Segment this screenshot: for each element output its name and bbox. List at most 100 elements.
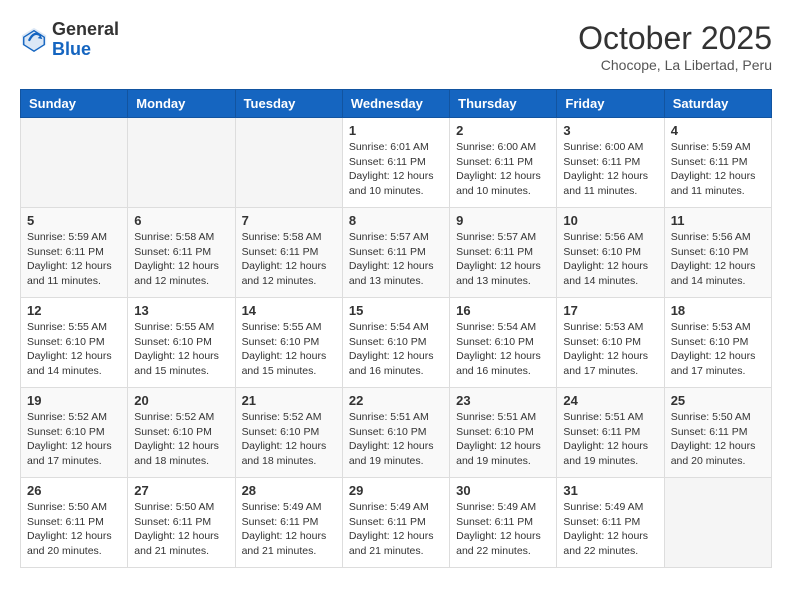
table-row: 22 Sunrise: 5:51 AMSunset: 6:10 PMDayligh…	[342, 388, 449, 478]
day-number: 24	[563, 393, 657, 408]
day-number: 15	[349, 303, 443, 318]
day-info: Sunrise: 5:57 AMSunset: 6:11 PMDaylight:…	[349, 230, 443, 289]
table-row: 14Sunrise: 5:55 AMSunset: 6:10 PMDayligh…	[235, 298, 342, 388]
day-info: Sunrise: 5:51 AMSunset: 6:11 PMDaylight:…	[563, 410, 657, 469]
logo-icon	[20, 26, 48, 54]
day-number: 25	[671, 393, 765, 408]
day-info: Sunrise: 5:50 AMSunset: 6:11 PMDaylight:…	[134, 500, 228, 559]
day-info: Sunrise: 5:53 AMSunset: 6:10 PMDaylight:…	[563, 320, 657, 379]
table-row	[664, 478, 771, 568]
calendar-week-row: 26 Sunrise: 5:50 AMSunset: 6:11 PMDayligh…	[21, 478, 772, 568]
day-info: Sunrise: 5:51 AMSunset: 6:10 PMDaylight:…	[456, 410, 550, 469]
table-row: 31Sunrise: 5:49 AMSunset: 6:11 PMDayligh…	[557, 478, 664, 568]
calendar-table: Sunday Monday Tuesday Wednesday Thursday…	[20, 89, 772, 568]
day-info: Sunrise: 5:49 AMSunset: 6:11 PMDaylight:…	[242, 500, 336, 559]
day-info: Sunrise: 6:01 AMSunset: 6:11 PMDaylight:…	[349, 140, 443, 199]
day-number: 17	[563, 303, 657, 318]
page-header: General Blue October 2025 Chocope, La Li…	[20, 20, 772, 73]
table-row: 17 Sunrise: 5:53 AMSunset: 6:10 PMDayligh…	[557, 298, 664, 388]
day-info: Sunrise: 5:51 AMSunset: 6:10 PMDaylight:…	[349, 410, 443, 469]
location: Chocope, La Libertad, Peru	[578, 57, 772, 73]
table-row: 5 Sunrise: 5:59 AMSunset: 6:11 PMDaylight…	[21, 208, 128, 298]
day-info: Sunrise: 5:56 AMSunset: 6:10 PMDaylight:…	[563, 230, 657, 289]
day-number: 5	[27, 213, 121, 228]
title-block: October 2025 Chocope, La Libertad, Peru	[578, 20, 772, 73]
day-info: Sunrise: 5:59 AMSunset: 6:11 PMDaylight:…	[671, 140, 765, 199]
day-number: 28	[242, 483, 336, 498]
table-row: 25 Sunrise: 5:50 AMSunset: 6:11 PMDayligh…	[664, 388, 771, 478]
table-row: 6 Sunrise: 5:58 AMSunset: 6:11 PMDaylight…	[128, 208, 235, 298]
day-number: 6	[134, 213, 228, 228]
day-number: 4	[671, 123, 765, 138]
table-row: 29 Sunrise: 5:49 AMSunset: 6:11 PMDayligh…	[342, 478, 449, 568]
weekday-header-row: Sunday Monday Tuesday Wednesday Thursday…	[21, 90, 772, 118]
table-row: 10Sunrise: 5:56 AMSunset: 6:10 PMDayligh…	[557, 208, 664, 298]
day-number: 8	[349, 213, 443, 228]
day-info: Sunrise: 6:00 AMSunset: 6:11 PMDaylight:…	[456, 140, 550, 199]
table-row	[235, 118, 342, 208]
header-wednesday: Wednesday	[342, 90, 449, 118]
day-number: 31	[563, 483, 657, 498]
day-info: Sunrise: 5:55 AMSunset: 6:10 PMDaylight:…	[242, 320, 336, 379]
table-row: 13Sunrise: 5:55 AMSunset: 6:10 PMDayligh…	[128, 298, 235, 388]
day-info: Sunrise: 5:52 AMSunset: 6:10 PMDaylight:…	[27, 410, 121, 469]
day-info: Sunrise: 5:52 AMSunset: 6:10 PMDaylight:…	[242, 410, 336, 469]
day-number: 30	[456, 483, 550, 498]
table-row: 7Sunrise: 5:58 AMSunset: 6:11 PMDaylight…	[235, 208, 342, 298]
table-row: 15 Sunrise: 5:54 AMSunset: 6:10 PMDayligh…	[342, 298, 449, 388]
day-info: Sunrise: 5:50 AMSunset: 6:11 PMDaylight:…	[671, 410, 765, 469]
day-number: 12	[27, 303, 121, 318]
table-row: 24 Sunrise: 5:51 AMSunset: 6:11 PMDayligh…	[557, 388, 664, 478]
table-row: 20Sunrise: 5:52 AMSunset: 6:10 PMDayligh…	[128, 388, 235, 478]
calendar-week-row: 1 Sunrise: 6:01 AMSunset: 6:11 PMDaylight…	[21, 118, 772, 208]
logo-general: General	[52, 20, 119, 40]
table-row: 9 Sunrise: 5:57 AMSunset: 6:11 PMDaylight…	[450, 208, 557, 298]
day-info: Sunrise: 5:58 AMSunset: 6:11 PMDaylight:…	[134, 230, 228, 289]
table-row: 27 Sunrise: 5:50 AMSunset: 6:11 PMDayligh…	[128, 478, 235, 568]
calendar-week-row: 12 Sunrise: 5:55 AMSunset: 6:10 PMDayligh…	[21, 298, 772, 388]
table-row: 23Sunrise: 5:51 AMSunset: 6:10 PMDayligh…	[450, 388, 557, 478]
table-row: 11Sunrise: 5:56 AMSunset: 6:10 PMDayligh…	[664, 208, 771, 298]
table-row: 26 Sunrise: 5:50 AMSunset: 6:11 PMDayligh…	[21, 478, 128, 568]
day-info: Sunrise: 5:52 AMSunset: 6:10 PMDaylight:…	[134, 410, 228, 469]
day-info: Sunrise: 5:49 AMSunset: 6:11 PMDaylight:…	[349, 500, 443, 559]
day-info: Sunrise: 5:50 AMSunset: 6:11 PMDaylight:…	[27, 500, 121, 559]
table-row: 16 Sunrise: 5:54 AMSunset: 6:10 PMDayligh…	[450, 298, 557, 388]
day-info: Sunrise: 5:57 AMSunset: 6:11 PMDaylight:…	[456, 230, 550, 289]
calendar-week-row: 5 Sunrise: 5:59 AMSunset: 6:11 PMDaylight…	[21, 208, 772, 298]
table-row: 3Sunrise: 6:00 AMSunset: 6:11 PMDaylight…	[557, 118, 664, 208]
table-row: 30 Sunrise: 5:49 AMSunset: 6:11 PMDayligh…	[450, 478, 557, 568]
table-row: 4 Sunrise: 5:59 AMSunset: 6:11 PMDaylight…	[664, 118, 771, 208]
calendar-week-row: 19 Sunrise: 5:52 AMSunset: 6:10 PMDayligh…	[21, 388, 772, 478]
day-info: Sunrise: 5:55 AMSunset: 6:10 PMDaylight:…	[27, 320, 121, 379]
day-number: 13	[134, 303, 228, 318]
day-number: 29	[349, 483, 443, 498]
day-number: 16	[456, 303, 550, 318]
day-info: Sunrise: 5:49 AMSunset: 6:11 PMDaylight:…	[456, 500, 550, 559]
header-sunday: Sunday	[21, 90, 128, 118]
logo: General Blue	[20, 20, 119, 60]
day-info: Sunrise: 5:54 AMSunset: 6:10 PMDaylight:…	[456, 320, 550, 379]
day-number: 21	[242, 393, 336, 408]
table-row	[128, 118, 235, 208]
table-row	[21, 118, 128, 208]
day-number: 27	[134, 483, 228, 498]
logo-text: General Blue	[52, 20, 119, 60]
day-number: 22	[349, 393, 443, 408]
day-number: 19	[27, 393, 121, 408]
header-saturday: Saturday	[664, 90, 771, 118]
day-number: 26	[27, 483, 121, 498]
day-info: Sunrise: 5:56 AMSunset: 6:10 PMDaylight:…	[671, 230, 765, 289]
day-number: 9	[456, 213, 550, 228]
month-title: October 2025	[578, 20, 772, 57]
day-info: Sunrise: 5:54 AMSunset: 6:10 PMDaylight:…	[349, 320, 443, 379]
table-row: 8 Sunrise: 5:57 AMSunset: 6:11 PMDaylight…	[342, 208, 449, 298]
table-row: 21 Sunrise: 5:52 AMSunset: 6:10 PMDayligh…	[235, 388, 342, 478]
day-number: 1	[349, 123, 443, 138]
table-row: 12 Sunrise: 5:55 AMSunset: 6:10 PMDayligh…	[21, 298, 128, 388]
table-row: 18Sunrise: 5:53 AMSunset: 6:10 PMDayligh…	[664, 298, 771, 388]
table-row: 2 Sunrise: 6:00 AMSunset: 6:11 PMDaylight…	[450, 118, 557, 208]
day-info: Sunrise: 5:59 AMSunset: 6:11 PMDaylight:…	[27, 230, 121, 289]
table-row: 19 Sunrise: 5:52 AMSunset: 6:10 PMDayligh…	[21, 388, 128, 478]
day-number: 2	[456, 123, 550, 138]
